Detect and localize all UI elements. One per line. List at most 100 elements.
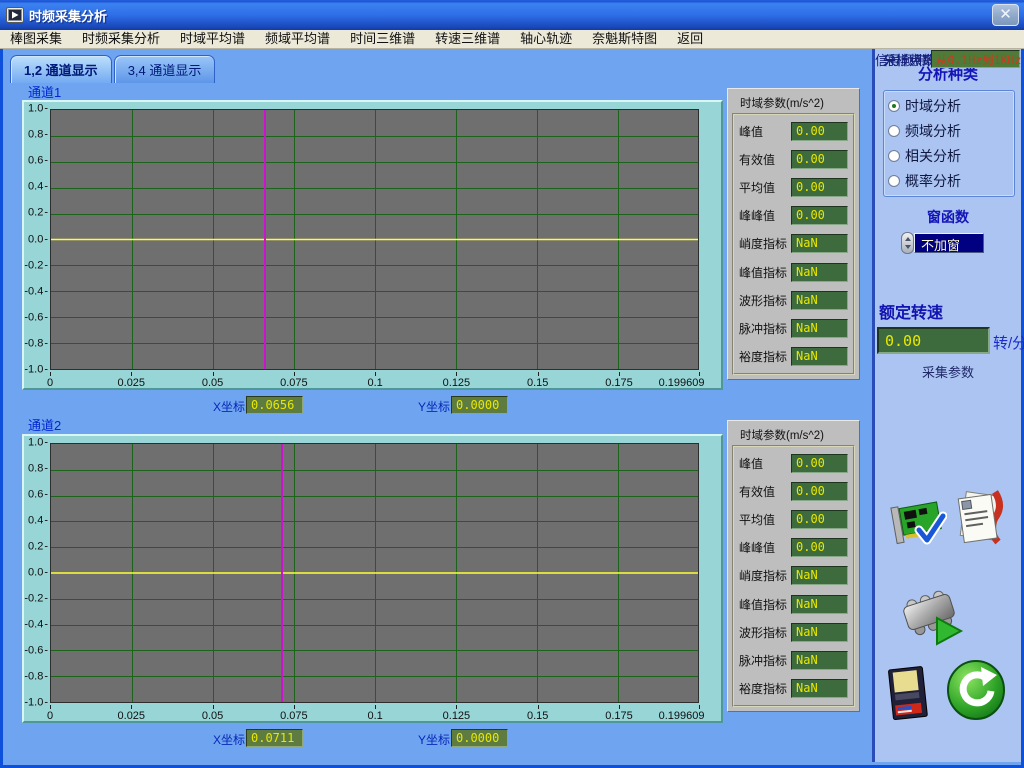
time-params-title: 时域参数(m/s^2) bbox=[728, 421, 859, 443]
save-icon[interactable] bbox=[885, 664, 933, 729]
menu-item[interactable]: 棒图采集 bbox=[0, 30, 72, 48]
menu-item[interactable]: 奈魁斯特图 bbox=[582, 30, 667, 48]
menu-item[interactable]: 时域平均谱 bbox=[170, 30, 255, 48]
y-coord-value: 0.0000 bbox=[451, 729, 508, 747]
menu-item[interactable]: 时频采集分析 bbox=[72, 30, 170, 48]
x-tick-label: 0.15 bbox=[527, 710, 548, 722]
radio-icon[interactable] bbox=[888, 125, 900, 137]
analysis-type-group: 时域分析 频域分析 相关分析 概率分析 bbox=[883, 90, 1015, 197]
tab[interactable]: 1,2 通道显示 bbox=[10, 55, 112, 83]
param-value: NaN bbox=[791, 347, 848, 366]
x-tick-label: 0.025 bbox=[118, 377, 146, 389]
x-tick-mark bbox=[619, 705, 620, 709]
chip-run-icon[interactable] bbox=[897, 578, 969, 655]
channel2-x-axis: 00.0250.050.0750.10.1250.150.1750.199609 bbox=[50, 705, 699, 723]
radio-icon[interactable] bbox=[888, 175, 900, 187]
param-value: NaN bbox=[791, 234, 848, 253]
param-label: 有效值 bbox=[739, 151, 775, 168]
x-tick-mark bbox=[50, 372, 51, 376]
menu-item[interactable]: 时间三维谱 bbox=[340, 30, 425, 48]
analysis-option[interactable]: 时域分析 bbox=[888, 96, 1010, 116]
rated-speed-input[interactable]: 0.00 bbox=[877, 327, 990, 354]
param-label: 有效值 bbox=[739, 483, 775, 500]
param-row: 峭度指标 NaN bbox=[739, 566, 848, 585]
channel1-label: 通道1 bbox=[28, 82, 61, 101]
cursor-line[interactable] bbox=[264, 110, 266, 369]
x-tick-label: 0.1 bbox=[367, 377, 382, 389]
param-label: 裕度指标 bbox=[739, 680, 787, 697]
channel2-label: 通道2 bbox=[28, 415, 61, 434]
y-tick-label: -1.0 bbox=[24, 696, 48, 708]
menu-item[interactable]: 轴心轨迹 bbox=[510, 30, 582, 48]
param-value: 0.00 bbox=[791, 454, 848, 473]
radio-icon[interactable] bbox=[888, 150, 900, 162]
param-value: NaN bbox=[791, 651, 848, 670]
menu-item[interactable]: 转速三维谱 bbox=[425, 30, 510, 48]
x-tick-mark bbox=[294, 705, 295, 709]
x-tick-label: 0 bbox=[47, 710, 53, 722]
x-tick-label: 0.025 bbox=[118, 710, 146, 722]
param-value: 0.00 bbox=[791, 150, 848, 169]
x-tick-mark bbox=[213, 372, 214, 376]
x-tick-mark bbox=[375, 372, 376, 376]
param-row: 波形指标 NaN bbox=[739, 291, 848, 310]
acq-param-value[interactable]: 从0.1Hz到1KHz bbox=[931, 50, 1020, 68]
param-label: 峰值指标 bbox=[739, 596, 787, 613]
y-tick-label: -0.8 bbox=[24, 337, 48, 349]
param-row: 裕度指标 NaN bbox=[739, 679, 848, 698]
param-value: 0.00 bbox=[791, 178, 848, 197]
window-fn-selector[interactable]: 不加窗 bbox=[901, 232, 984, 254]
x-tick-mark bbox=[619, 372, 620, 376]
channel2-plot-area[interactable] bbox=[50, 443, 699, 703]
channel2-y-axis: 1.00.80.60.40.20.0-0.2-0.4-0.6-0.8-1.0 bbox=[24, 443, 48, 703]
param-value: 0.00 bbox=[791, 510, 848, 529]
daq-card-icon[interactable] bbox=[889, 490, 947, 553]
analysis-option[interactable]: 概率分析 bbox=[888, 171, 1010, 191]
report-icon[interactable] bbox=[953, 488, 1009, 551]
param-row: 平均值 0.00 bbox=[739, 178, 848, 197]
y-tick-label: 0.8 bbox=[28, 128, 48, 140]
x-tick-label: 0.175 bbox=[605, 710, 633, 722]
x-tick-mark bbox=[50, 705, 51, 709]
x-tick-mark bbox=[213, 705, 214, 709]
y-tick-label: 0.2 bbox=[28, 207, 48, 219]
cursor-line[interactable] bbox=[281, 444, 283, 702]
x-tick-label: 0.125 bbox=[443, 377, 471, 389]
y-tick-label: -0.8 bbox=[24, 670, 48, 682]
main-content: 1,2 通道显示 3,4 通道显示 通道1 1.00.80.60.40.20.0… bbox=[3, 49, 1021, 762]
channel1-chart: 1.00.80.60.40.20.0-0.2-0.4-0.6-0.8-1.0 0… bbox=[22, 100, 723, 390]
channel1-plot-area[interactable] bbox=[50, 109, 699, 370]
channel1-x-axis: 00.0250.050.0750.10.1250.150.1750.199609 bbox=[50, 372, 699, 390]
menu-bar: 棒图采集时频采集分析时域平均谱频域平均谱时间三维谱转速三维谱轴心轨迹奈魁斯特图返… bbox=[0, 30, 1024, 49]
x-tick-label: 0.175 bbox=[605, 377, 633, 389]
x-tick-label: 0.15 bbox=[527, 377, 548, 389]
x-tick-mark bbox=[456, 705, 457, 709]
param-value: NaN bbox=[791, 679, 848, 698]
time-params-title: 时域参数(m/s^2) bbox=[728, 89, 859, 111]
tab[interactable]: 3,4 通道显示 bbox=[114, 55, 216, 83]
param-value: 0.00 bbox=[791, 122, 848, 141]
refresh-icon[interactable] bbox=[945, 658, 1007, 727]
x-tick-mark bbox=[538, 705, 539, 709]
x-tick-mark bbox=[131, 372, 132, 376]
param-value: NaN bbox=[791, 291, 848, 310]
spinner-icon[interactable] bbox=[901, 232, 914, 254]
menu-item[interactable]: 频域平均谱 bbox=[255, 30, 340, 48]
param-label: 峰值 bbox=[739, 455, 763, 472]
labview-app-icon bbox=[6, 7, 24, 23]
x-tick-label: 0.1 bbox=[367, 710, 382, 722]
menu-item[interactable]: 返回 bbox=[667, 30, 713, 48]
rated-speed-label: 额定转速 bbox=[879, 299, 943, 323]
window-fn-value[interactable]: 不加窗 bbox=[914, 233, 984, 253]
x-tick-label: 0.075 bbox=[280, 710, 308, 722]
param-label: 平均值 bbox=[739, 511, 775, 528]
param-label: 峰峰值 bbox=[739, 539, 775, 556]
radio-icon[interactable] bbox=[888, 100, 900, 112]
close-button[interactable]: ✕ bbox=[992, 4, 1019, 26]
y-tick-label: 0.4 bbox=[28, 514, 48, 526]
x-tick-label: 0.199609 bbox=[659, 710, 705, 722]
analysis-option[interactable]: 频域分析 bbox=[888, 121, 1010, 141]
y-coord-value: 0.0000 bbox=[451, 396, 508, 414]
y-tick-label: 0.6 bbox=[28, 488, 48, 500]
analysis-option[interactable]: 相关分析 bbox=[888, 146, 1010, 166]
